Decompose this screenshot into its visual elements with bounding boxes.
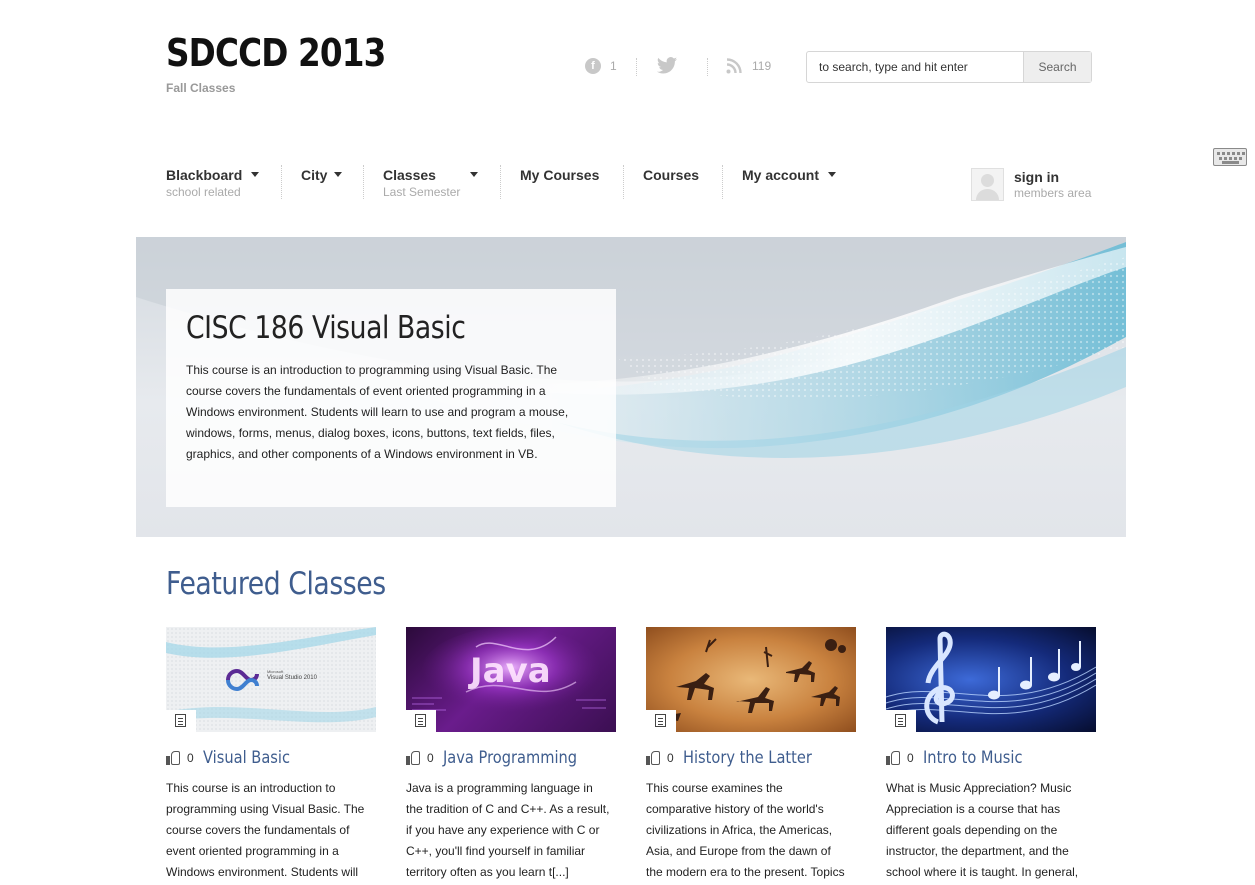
document-icon [646,710,676,732]
signin-link[interactable]: sign in members area [1014,169,1091,200]
class-title[interactable]: History the Latter [683,748,812,768]
document-icon [886,710,916,732]
class-excerpt: This course examines the comparative his… [646,781,845,879]
class-card: 0 History the Latter This course examine… [646,627,856,885]
nav-sublabel: school related [166,185,241,199]
thumb-caption-small: Microsoft [267,669,284,674]
nav-divider [363,165,364,199]
nav-divider [500,165,501,199]
nav-item-my-account[interactable]: My account [742,167,836,183]
hero-description: This course is an introduction to progra… [186,363,569,461]
search-button[interactable]: Search [1023,52,1091,82]
nav-divider [722,165,723,199]
like-count: 0 [667,751,674,765]
like-count: 0 [187,751,194,765]
avatar[interactable] [971,168,1004,201]
nav-label: Blackboard [166,167,243,183]
nav-label: Courses [643,167,700,183]
cave-painting-image [656,638,846,721]
nav-label: City [301,167,328,183]
like-count: 0 [907,751,914,765]
facebook-icon[interactable]: f [585,58,601,74]
thumb-caption: Java [470,651,551,691]
class-title[interactable]: Java Programming [443,748,577,768]
hero-caption: CISC 186 Visual Basic This course is an … [166,289,616,507]
document-icon [406,710,436,732]
class-excerpt: Java is a programming language in the tr… [406,781,610,879]
class-excerpt: This course is an introduction to progra… [166,781,365,879]
nav-item-courses[interactable]: Courses [643,167,699,183]
chevron-down-icon [828,172,836,177]
site-tagline: Fall Classes [166,81,236,95]
thumbs-up-icon[interactable] [646,751,661,765]
thumb-caption: Visual Studio 2010 [267,675,317,681]
nav-item-blackboard[interactable]: Blackboard school related [166,167,259,199]
nav-label: My account [742,167,820,183]
facebook-count: 1 [610,59,617,73]
nav-item-my-courses[interactable]: My Courses [520,167,599,183]
class-title[interactable]: Visual Basic [203,748,290,768]
nav-sublabel: Last Semester [383,185,461,199]
class-card: Java 0 Java Programming Java is a progra… [406,627,616,883]
nav-item-city[interactable]: City [301,167,342,183]
featured-title: Featured Classes [166,566,386,602]
thumbs-up-icon[interactable] [166,751,181,765]
keyboard-icon[interactable] [1213,148,1247,166]
class-card: Microsoft Visual Studio 2010 0 Visual Ba… [166,627,376,883]
class-excerpt: What is Music Appreciation? Music Apprec… [886,781,1079,879]
nav-divider [281,165,282,199]
site-title[interactable]: SDCCD 2013 [166,30,386,76]
music-notes-image [886,631,1096,725]
image-icon [166,710,196,732]
search-form: Search [806,51,1092,83]
class-card: 0 Intro to Music What is Music Appreciat… [886,627,1096,883]
twitter-icon[interactable] [656,56,678,76]
nav-label: Classes [383,167,436,183]
thumbs-up-icon[interactable] [406,751,421,765]
class-title[interactable]: Intro to Music [923,748,1023,768]
signin-label: sign in [1014,169,1060,185]
chevron-down-icon [334,172,342,177]
rss-icon[interactable] [726,58,742,74]
chevron-down-icon [251,172,259,177]
search-input[interactable] [807,52,1023,82]
class-thumbnail-history[interactable] [646,627,856,732]
nav-divider [623,165,624,199]
hero-title[interactable]: CISC 186 Visual Basic [186,310,539,346]
nav-item-classes[interactable]: Classes Last Semester [383,167,478,199]
class-thumbnail-visual-basic[interactable]: Microsoft Visual Studio 2010 [166,627,376,732]
social-divider [707,58,708,76]
hero-slider: CISC 186 Visual Basic This course is an … [136,237,1126,537]
chevron-down-icon [470,172,478,177]
nav-label: My Courses [520,167,600,183]
class-thumbnail-music[interactable] [886,627,1096,732]
signin-sublabel: members area [1014,186,1092,200]
class-thumbnail-java[interactable]: Java [406,627,616,732]
rss-count: 119 [752,59,772,73]
like-count: 0 [427,751,434,765]
thumbs-up-icon[interactable] [886,751,901,765]
social-divider [636,58,637,76]
